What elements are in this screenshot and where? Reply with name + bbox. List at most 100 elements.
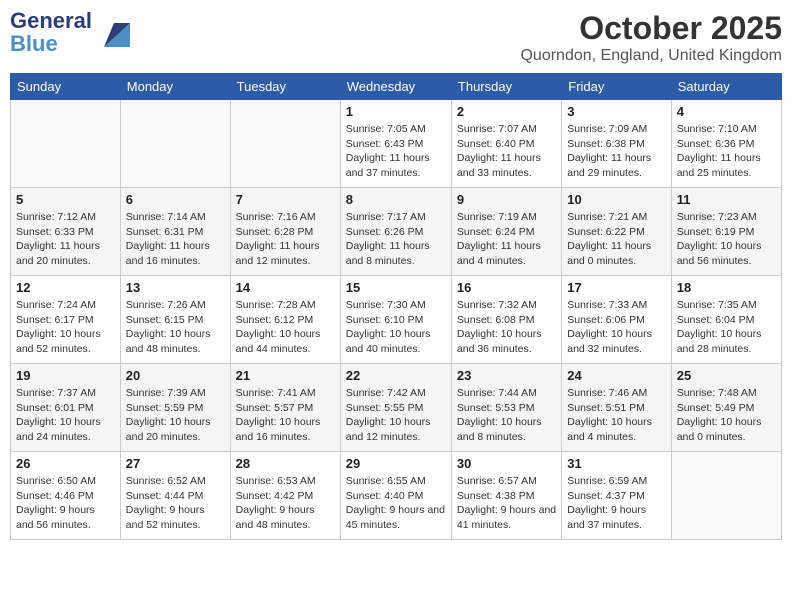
- day-number: 16: [457, 280, 556, 295]
- day-number: 2: [457, 104, 556, 119]
- calendar-cell: 20Sunrise: 7:39 AM Sunset: 5:59 PM Dayli…: [120, 364, 230, 452]
- calendar-cell: 23 Sunrise: 7:44 AM Sunset: 5:53 PM Dayli…: [451, 364, 561, 452]
- day-detail: Sunrise: 7:30 AM Sunset: 6:10 PM Dayligh…: [346, 298, 446, 357]
- calendar-cell: 19 Sunrise: 7:37 AM Sunset: 6:01 PM Dayli…: [11, 364, 121, 452]
- day-number: 31: [567, 456, 665, 471]
- day-number: 3: [567, 104, 665, 119]
- calendar-cell: 1 Sunrise: 7:05 AM Sunset: 6:43 PM Daylig…: [340, 100, 451, 188]
- day-detail: Sunrise: 7:33 AM Sunset: 6:06 PM Dayligh…: [567, 298, 665, 357]
- weekday-header: Friday: [562, 74, 671, 100]
- day-number: 1: [346, 104, 446, 119]
- day-number: 21: [236, 368, 335, 383]
- day-number: 6: [126, 192, 225, 207]
- day-detail: Sunrise: 7:26 AM Sunset: 6:15 PM Dayligh…: [126, 298, 225, 357]
- day-number: 19: [16, 368, 115, 383]
- day-number: 22: [346, 368, 446, 383]
- day-number: 5: [16, 192, 115, 207]
- weekday-header: Monday: [120, 74, 230, 100]
- day-number: 24: [567, 368, 665, 383]
- weekday-header: Wednesday: [340, 74, 451, 100]
- calendar-cell: 11Sunrise: 7:23 AM Sunset: 6:19 PM Dayli…: [671, 188, 781, 276]
- calendar-cell: 10 Sunrise: 7:21 AM Sunset: 6:22 PM Dayli…: [562, 188, 671, 276]
- day-detail: Sunrise: 6:55 AM Sunset: 4:40 PM Dayligh…: [346, 474, 446, 533]
- calendar-cell: 9 Sunrise: 7:19 AM Sunset: 6:24 PM Daylig…: [451, 188, 561, 276]
- day-detail: Sunrise: 6:57 AM Sunset: 4:38 PM Dayligh…: [457, 474, 556, 533]
- calendar-cell: 16 Sunrise: 7:32 AM Sunset: 6:08 PM Dayli…: [451, 276, 561, 364]
- day-detail: Sunrise: 7:19 AM Sunset: 6:24 PM Dayligh…: [457, 210, 556, 269]
- calendar-cell: 6 Sunrise: 7:14 AM Sunset: 6:31 PM Daylig…: [120, 188, 230, 276]
- calendar-cell: 28 Sunrise: 6:53 AM Sunset: 4:42 PM Dayli…: [230, 452, 340, 540]
- day-number: 10: [567, 192, 665, 207]
- calendar-cell: 17 Sunrise: 7:33 AM Sunset: 6:06 PM Dayli…: [562, 276, 671, 364]
- calendar-cell: 27Sunrise: 6:52 AM Sunset: 4:44 PM Dayli…: [120, 452, 230, 540]
- day-number: 4: [677, 104, 776, 119]
- calendar-cell: 14Sunrise: 7:28 AM Sunset: 6:12 PM Dayli…: [230, 276, 340, 364]
- day-detail: Sunrise: 7:48 AM Sunset: 5:49 PM Dayligh…: [677, 386, 776, 445]
- calendar-cell: 22 Sunrise: 7:42 AM Sunset: 5:55 PM Dayli…: [340, 364, 451, 452]
- day-detail: Sunrise: 7:35 AM Sunset: 6:04 PM Dayligh…: [677, 298, 776, 357]
- calendar-cell: 13 Sunrise: 7:26 AM Sunset: 6:15 PM Dayli…: [120, 276, 230, 364]
- day-detail: Sunrise: 7:42 AM Sunset: 5:55 PM Dayligh…: [346, 386, 446, 445]
- calendar-week-row: 5 Sunrise: 7:12 AM Sunset: 6:33 PM Daylig…: [11, 188, 782, 276]
- calendar-cell: 26 Sunrise: 6:50 AM Sunset: 4:46 PM Dayli…: [11, 452, 121, 540]
- day-detail: Sunrise: 7:24 AM Sunset: 6:17 PM Dayligh…: [16, 298, 115, 357]
- calendar-cell: 3Sunrise: 7:09 AM Sunset: 6:38 PM Daylig…: [562, 100, 671, 188]
- day-number: 28: [236, 456, 335, 471]
- calendar-cell: 8 Sunrise: 7:17 AM Sunset: 6:26 PM Daylig…: [340, 188, 451, 276]
- page-header: General Blue October 2025 Quorndon, Engl…: [10, 10, 782, 65]
- day-detail: Sunrise: 7:44 AM Sunset: 5:53 PM Dayligh…: [457, 386, 556, 445]
- calendar-week-row: 12 Sunrise: 7:24 AM Sunset: 6:17 PM Dayli…: [11, 276, 782, 364]
- calendar-week-row: 1 Sunrise: 7:05 AM Sunset: 6:43 PM Daylig…: [11, 100, 782, 188]
- day-detail: Sunrise: 7:07 AM Sunset: 6:40 PM Dayligh…: [457, 122, 556, 181]
- calendar-week-row: 19 Sunrise: 7:37 AM Sunset: 6:01 PM Dayli…: [11, 364, 782, 452]
- day-number: 23: [457, 368, 556, 383]
- day-detail: Sunrise: 7:37 AM Sunset: 6:01 PM Dayligh…: [16, 386, 115, 445]
- calendar-cell: [671, 452, 781, 540]
- calendar-cell: [120, 100, 230, 188]
- calendar-cell: 18Sunrise: 7:35 AM Sunset: 6:04 PM Dayli…: [671, 276, 781, 364]
- calendar-cell: [11, 100, 121, 188]
- calendar-cell: 12 Sunrise: 7:24 AM Sunset: 6:17 PM Dayli…: [11, 276, 121, 364]
- day-detail: Sunrise: 7:12 AM Sunset: 6:33 PM Dayligh…: [16, 210, 115, 269]
- day-number: 8: [346, 192, 446, 207]
- calendar-cell: 21 Sunrise: 7:41 AM Sunset: 5:57 PM Dayli…: [230, 364, 340, 452]
- calendar-cell: 7 Sunrise: 7:16 AM Sunset: 6:28 PM Daylig…: [230, 188, 340, 276]
- day-detail: Sunrise: 7:41 AM Sunset: 5:57 PM Dayligh…: [236, 386, 335, 445]
- weekday-header: Sunday: [11, 74, 121, 100]
- calendar-cell: 4 Sunrise: 7:10 AM Sunset: 6:36 PM Daylig…: [671, 100, 781, 188]
- day-detail: Sunrise: 7:23 AM Sunset: 6:19 PM Dayligh…: [677, 210, 776, 269]
- day-number: 29: [346, 456, 446, 471]
- calendar-cell: [230, 100, 340, 188]
- day-number: 17: [567, 280, 665, 295]
- day-detail: Sunrise: 7:14 AM Sunset: 6:31 PM Dayligh…: [126, 210, 225, 269]
- calendar-cell: 2 Sunrise: 7:07 AM Sunset: 6:40 PM Daylig…: [451, 100, 561, 188]
- calendar-header-row: SundayMondayTuesdayWednesdayThursdayFrid…: [11, 74, 782, 100]
- day-detail: Sunrise: 6:50 AM Sunset: 4:46 PM Dayligh…: [16, 474, 115, 533]
- month-title: October 2025: [520, 10, 782, 47]
- day-detail: Sunrise: 6:53 AM Sunset: 4:42 PM Dayligh…: [236, 474, 335, 533]
- day-detail: Sunrise: 7:17 AM Sunset: 6:26 PM Dayligh…: [346, 210, 446, 269]
- day-detail: Sunrise: 6:59 AM Sunset: 4:37 PM Dayligh…: [567, 474, 665, 533]
- day-number: 14: [236, 280, 335, 295]
- day-number: 30: [457, 456, 556, 471]
- weekday-header: Tuesday: [230, 74, 340, 100]
- calendar-cell: 15Sunrise: 7:30 AM Sunset: 6:10 PM Dayli…: [340, 276, 451, 364]
- day-number: 25: [677, 368, 776, 383]
- day-number: 12: [16, 280, 115, 295]
- day-detail: Sunrise: 7:21 AM Sunset: 6:22 PM Dayligh…: [567, 210, 665, 269]
- day-number: 9: [457, 192, 556, 207]
- location: Quorndon, England, United Kingdom: [520, 47, 782, 65]
- day-number: 7: [236, 192, 335, 207]
- day-detail: Sunrise: 7:10 AM Sunset: 6:36 PM Dayligh…: [677, 122, 776, 181]
- day-number: 26: [16, 456, 115, 471]
- logo-icon: [94, 19, 130, 49]
- calendar-cell: 29 Sunrise: 6:55 AM Sunset: 4:40 PM Dayli…: [340, 452, 451, 540]
- calendar-table: SundayMondayTuesdayWednesdayThursdayFrid…: [10, 73, 782, 540]
- calendar-week-row: 26 Sunrise: 6:50 AM Sunset: 4:46 PM Dayli…: [11, 452, 782, 540]
- logo: General Blue: [10, 10, 130, 56]
- day-number: 13: [126, 280, 225, 295]
- calendar-cell: 24Sunrise: 7:46 AM Sunset: 5:51 PM Dayli…: [562, 364, 671, 452]
- day-detail: Sunrise: 7:32 AM Sunset: 6:08 PM Dayligh…: [457, 298, 556, 357]
- day-detail: Sunrise: 7:05 AM Sunset: 6:43 PM Dayligh…: [346, 122, 446, 181]
- day-detail: Sunrise: 7:16 AM Sunset: 6:28 PM Dayligh…: [236, 210, 335, 269]
